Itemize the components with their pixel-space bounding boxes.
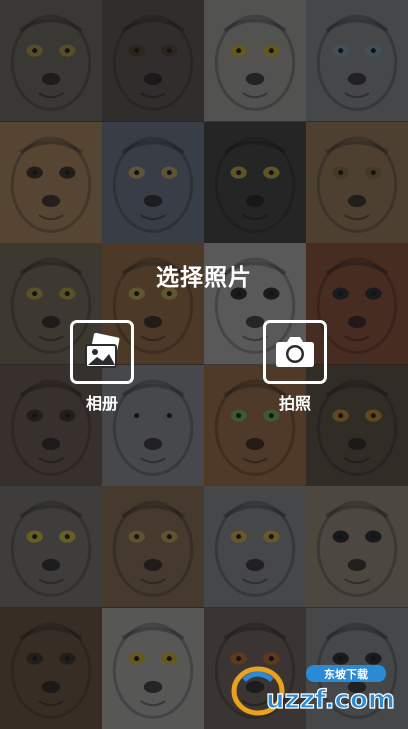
page-title: 选择照片 [156,265,252,291]
camera-icon [276,337,314,367]
album-icon-box[interactable] [70,320,134,384]
photo-album-icon [85,333,120,368]
camera-label: 拍照 [278,394,311,413]
svg-text:东坡下载: 东坡下载 [324,667,368,681]
dark-overlay [0,0,408,729]
camera-button[interactable]: 拍照 [260,320,330,414]
album-button[interactable]: 相册 [67,320,137,414]
camera-icon-box[interactable] [263,320,327,384]
uzzf-watermark-logo: 东坡下载 uzzf.com [228,662,404,720]
svg-text:uzzf.com: uzzf.com [266,685,395,715]
photo-picker-screen: 选择照片 相册 拍照 东坡下载 uzzf.com [0,0,408,729]
album-label: 相册 [85,394,118,413]
